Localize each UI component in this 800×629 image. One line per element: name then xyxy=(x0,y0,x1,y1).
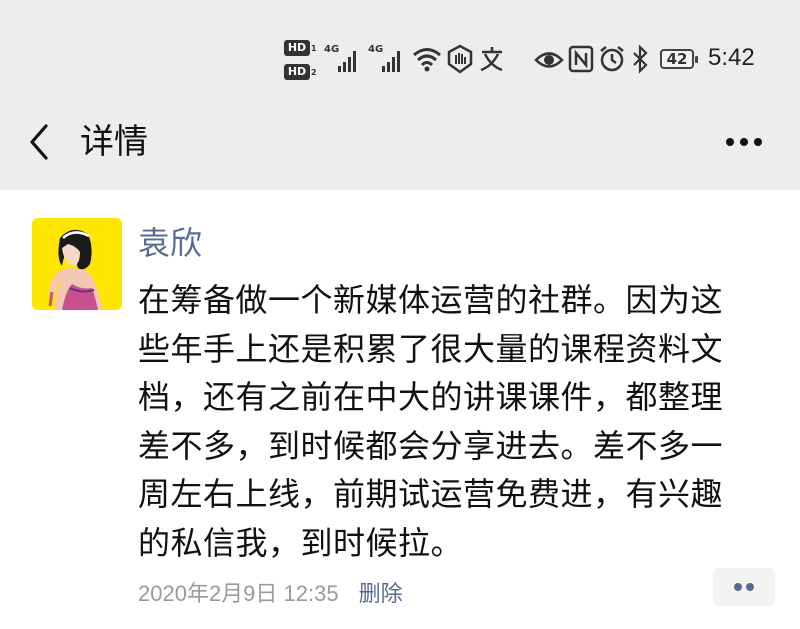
more-button[interactable] xyxy=(722,128,766,156)
alarm-icon xyxy=(598,44,626,74)
avatar[interactable] xyxy=(32,218,122,310)
sim2-badge: HD xyxy=(284,64,310,80)
dual-sim-indicator: HD 1 HD 2 xyxy=(284,38,320,82)
sim1-badge: HD xyxy=(284,40,310,56)
action-dot-icon xyxy=(746,583,754,591)
translate-icon xyxy=(478,44,506,74)
action-dot-icon xyxy=(734,583,742,591)
hand-icon xyxy=(446,44,474,74)
battery-indicator: 42 xyxy=(660,49,698,69)
clock: 5:42 xyxy=(708,44,755,71)
chevron-left-icon xyxy=(30,124,48,160)
page-title: 详情 xyxy=(80,122,148,162)
wifi-icon xyxy=(412,44,442,74)
author-name[interactable]: 袁欣 xyxy=(138,222,202,264)
status-bar: HD 1 HD 2 4G 4G 42 5:42 xyxy=(0,36,800,84)
signal-2-icon: 4G xyxy=(368,40,408,80)
avatar-illustration xyxy=(32,218,122,310)
post-meta: 2020年2月9日 12:35 删除 xyxy=(138,576,403,608)
eye-icon xyxy=(534,46,564,74)
nfc-icon xyxy=(568,45,594,73)
bluetooth-icon xyxy=(630,44,650,74)
more-dots-icon xyxy=(726,138,762,146)
post-content: 在筹备做一个新媒体运营的社群。因为这 些年手上还是积累了很大量的课程资料文 档，… xyxy=(138,281,724,562)
post-timestamp: 2020年2月9日 12:35 xyxy=(138,581,339,606)
delete-link[interactable]: 删除 xyxy=(359,576,403,608)
signal-1-icon: 4G xyxy=(324,40,364,80)
comment-like-button[interactable] xyxy=(713,568,775,606)
back-button[interactable] xyxy=(24,120,64,164)
